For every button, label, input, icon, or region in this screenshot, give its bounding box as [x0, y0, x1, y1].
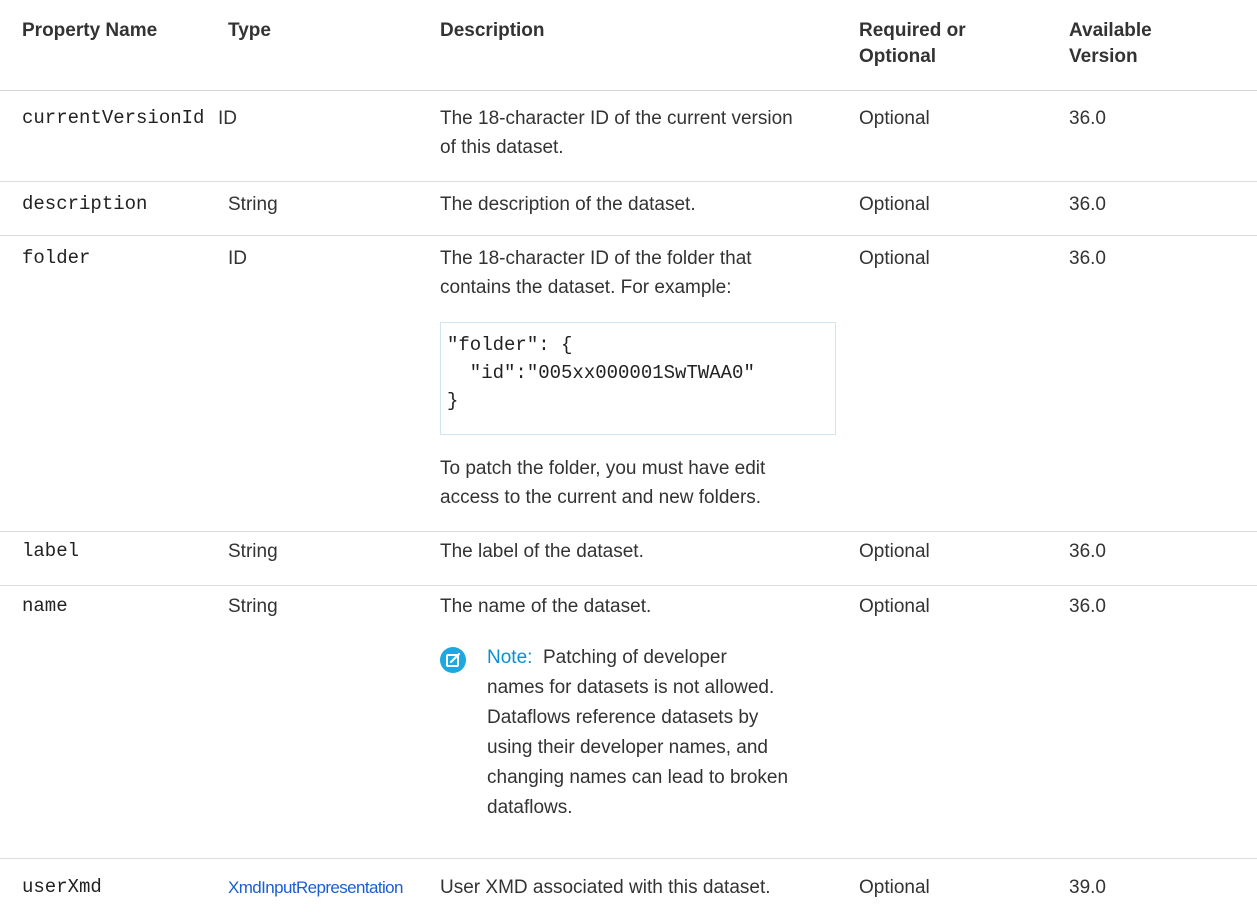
property-type: String: [228, 541, 278, 562]
xmd-input-representation-link[interactable]: XmdInputRepresentation: [228, 873, 403, 902]
description-line: contains the dataset. For example:: [440, 277, 732, 298]
edit-note-icon: [440, 647, 466, 673]
note-line: dataflows.: [487, 797, 573, 818]
header-required-line1: Required or: [859, 20, 966, 41]
header-property-name: Property Name: [22, 20, 158, 41]
property-required: Optional: [859, 108, 930, 129]
header-version-line2: Version: [1069, 46, 1138, 67]
note-line: Note: Patching of developer: [487, 643, 857, 673]
property-name: folder: [22, 247, 91, 269]
property-description-after: To patch the folder, you must have edit …: [440, 454, 850, 512]
property-name: name: [22, 595, 68, 617]
property-description: The description of the dataset.: [440, 194, 696, 215]
edit-note-icon-glyph: [446, 652, 461, 667]
header-type: Type: [228, 20, 271, 41]
property-name: description: [22, 193, 148, 215]
header-required: Required or Optional: [859, 18, 966, 70]
header-version-line1: Available: [1069, 20, 1152, 41]
code-line: "id":"005xx000001SwTWAA0": [447, 362, 755, 384]
note-line-text: Patching of developer: [542, 647, 727, 668]
note-label: Note:: [487, 647, 533, 668]
property-name: currentVersionId: [22, 107, 205, 129]
property-description: The name of the dataset.: [440, 596, 652, 617]
header-version: Available Version: [1069, 18, 1152, 70]
property-version: 36.0: [1069, 596, 1106, 617]
table-row: folder ID The 18-character ID of the fol…: [0, 236, 1257, 532]
property-type: String: [228, 194, 278, 215]
note-line: names for datasets is not allowed.: [487, 677, 775, 698]
property-version: 36.0: [1069, 194, 1106, 215]
note-line: using their developer names, and: [487, 737, 768, 758]
property-version: 39.0: [1069, 877, 1106, 898]
description-line: access to the current and new folders.: [440, 487, 762, 508]
note-text: Note: Patching of developer names for da…: [487, 643, 857, 823]
property-required: Optional: [859, 194, 930, 215]
code-line: "folder": {: [447, 334, 573, 356]
property-required: Optional: [859, 541, 930, 562]
table-row: currentVersionId ID The 18-character ID …: [0, 90, 1257, 182]
property-type: ID: [218, 108, 237, 129]
table-row: description String The description of th…: [0, 182, 1257, 236]
property-version: 36.0: [1069, 108, 1106, 129]
property-description: The 18-character ID of the current versi…: [440, 104, 850, 162]
property-name: userXmd: [22, 876, 102, 898]
property-description: The 18-character ID of the folder that c…: [440, 244, 850, 302]
table-row: label String The label of the dataset. O…: [0, 532, 1257, 586]
table-row: userXmd XmdInputRepresentation User XMD …: [0, 859, 1257, 920]
code-sample: "folder": { "id":"005xx000001SwTWAA0"}: [440, 322, 836, 435]
property-version: 36.0: [1069, 248, 1106, 269]
property-required: Optional: [859, 877, 930, 898]
description-line: of this dataset.: [440, 137, 564, 158]
property-type: String: [228, 596, 278, 617]
property-description: The label of the dataset.: [440, 541, 644, 562]
header-required-line2: Optional: [859, 46, 937, 67]
note-line: Dataflows reference datasets by: [487, 707, 759, 728]
property-required: Optional: [859, 248, 930, 269]
note-line: changing names can lead to broken: [487, 767, 789, 788]
table-header: Property Name Type Description Required …: [0, 0, 1257, 91]
table-row: name String The name of the dataset. Not…: [0, 586, 1257, 859]
description-line: The 18-character ID of the folder that: [440, 248, 752, 269]
property-version: 36.0: [1069, 541, 1106, 562]
property-name: label: [22, 540, 80, 562]
property-required: Optional: [859, 596, 930, 617]
property-description: User XMD associated with this dataset.: [440, 877, 771, 898]
property-type: ID: [228, 248, 247, 269]
description-line: To patch the folder, you must have edit: [440, 458, 766, 479]
code-line: }: [447, 390, 459, 412]
note-callout: Note: Patching of developer names for da…: [440, 643, 860, 833]
header-description: Description: [440, 20, 545, 41]
description-line: The 18-character ID of the current versi…: [440, 108, 793, 129]
